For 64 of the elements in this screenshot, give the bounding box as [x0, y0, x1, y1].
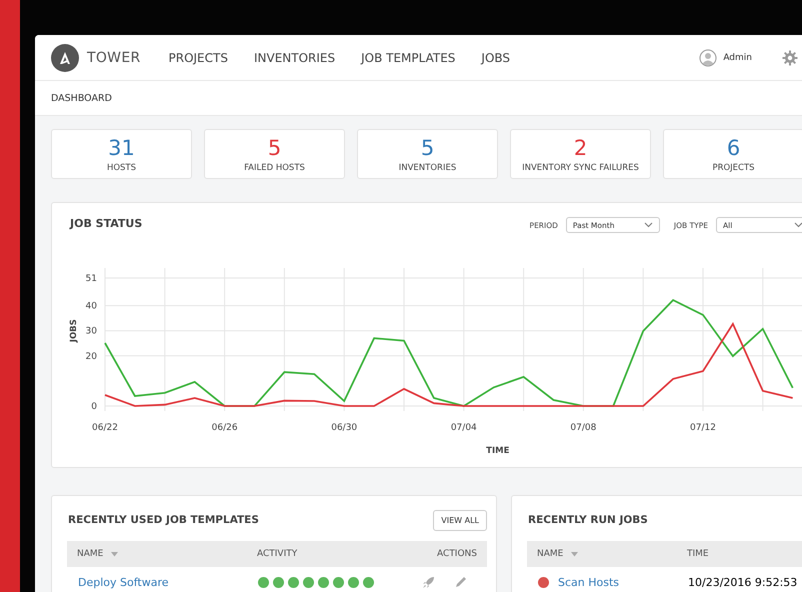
nav-link[interactable]: PROJECTS	[168, 46, 228, 68]
panel-title: RECENTLY RUN JOBS	[528, 514, 649, 526]
chevron-icon	[794, 222, 802, 228]
axis-tick-label: 06/30	[331, 423, 358, 433]
column-header: ACTIONS	[437, 549, 477, 559]
stat-label: PROJECTS	[712, 162, 755, 172]
status-dot[interactable]	[333, 576, 344, 588]
nav-link[interactable]: INVENTORIES	[254, 46, 336, 68]
chevron-icon	[644, 222, 653, 228]
axis-tick-label: 06/26	[212, 423, 238, 433]
stat-value: 2	[574, 136, 588, 160]
pencil-icon[interactable]	[455, 576, 467, 588]
stat-label: INVENTORIES	[398, 162, 456, 172]
column-header: TIME	[687, 549, 709, 559]
axis-title: TIME	[486, 446, 510, 456]
nav-link[interactable]: JOB TEMPLATES	[361, 46, 456, 68]
status-dot[interactable]	[303, 576, 314, 588]
nav-link[interactable]: JOBS	[481, 46, 510, 68]
status-dot[interactable]	[348, 576, 359, 588]
axis-tick-label: 0	[91, 402, 97, 412]
column-header: ACTIVITY	[257, 549, 298, 559]
stat-card[interactable]: 31 HOSTS	[51, 129, 192, 179]
sort-caret-icon[interactable]	[111, 552, 118, 556]
axis-tick-label: 40	[86, 302, 97, 312]
job-time: 10/23/2016 9:52:53	[688, 576, 798, 588]
stat-value: 5	[268, 136, 282, 160]
status-dot[interactable]	[363, 576, 374, 588]
axis-title: JOBS	[69, 319, 79, 342]
stat-value: 31	[108, 136, 135, 160]
stat-card[interactable]: 2 INVENTORY SYNC FAILURES	[510, 129, 651, 179]
job-link[interactable]: Scan Hosts	[558, 576, 620, 588]
panel-title: RECENTLY USED JOB TEMPLATES	[68, 514, 260, 526]
brand-name: TOWER	[87, 50, 140, 66]
stat-card[interactable]: 6 PROJECTS	[663, 129, 802, 179]
stat-label: INVENTORY SYNC FAILURES	[522, 162, 639, 172]
axis-tick-label: 07/08	[570, 423, 596, 433]
view-all-button[interactable]: VIEW ALL	[433, 510, 487, 530]
stat-value: 5	[420, 136, 434, 160]
stat-card[interactable]: 5 FAILED HOSTS	[204, 129, 345, 179]
status-dot[interactable]	[258, 576, 269, 588]
rocket-icon[interactable]	[422, 576, 435, 588]
axis-tick-label: 07/12	[690, 423, 716, 433]
user-name[interactable]: Admin	[723, 52, 752, 62]
stat-value: 6	[726, 136, 740, 160]
status-dot[interactable]	[318, 576, 329, 588]
axis-tick-label: 07/04	[450, 423, 477, 433]
column-header[interactable]: NAME	[77, 549, 104, 559]
template-link[interactable]: Deploy Software	[78, 576, 258, 588]
panel-title: JOB STATUS	[70, 217, 144, 230]
stat-card[interactable]: 5 INVENTORIES	[357, 129, 498, 179]
axis-tick-label: 06/22	[92, 423, 118, 433]
axis-tick-label: 51	[86, 274, 97, 284]
axis-tick-label: 20	[86, 352, 97, 362]
user-icon[interactable]	[699, 48, 718, 66]
column-header[interactable]: NAME	[537, 549, 564, 559]
settings-icon[interactable]	[782, 50, 798, 66]
stat-label: HOSTS	[106, 162, 136, 172]
logo-icon[interactable]	[51, 44, 79, 72]
stat-label: FAILED HOSTS	[244, 162, 305, 172]
status-dot[interactable]	[273, 576, 284, 588]
axis-tick-label: 30	[86, 326, 97, 337]
sort-caret-icon[interactable]	[571, 552, 578, 556]
status-dot[interactable]	[288, 576, 299, 588]
breadcrumb[interactable]: DASHBOARD	[51, 92, 112, 104]
